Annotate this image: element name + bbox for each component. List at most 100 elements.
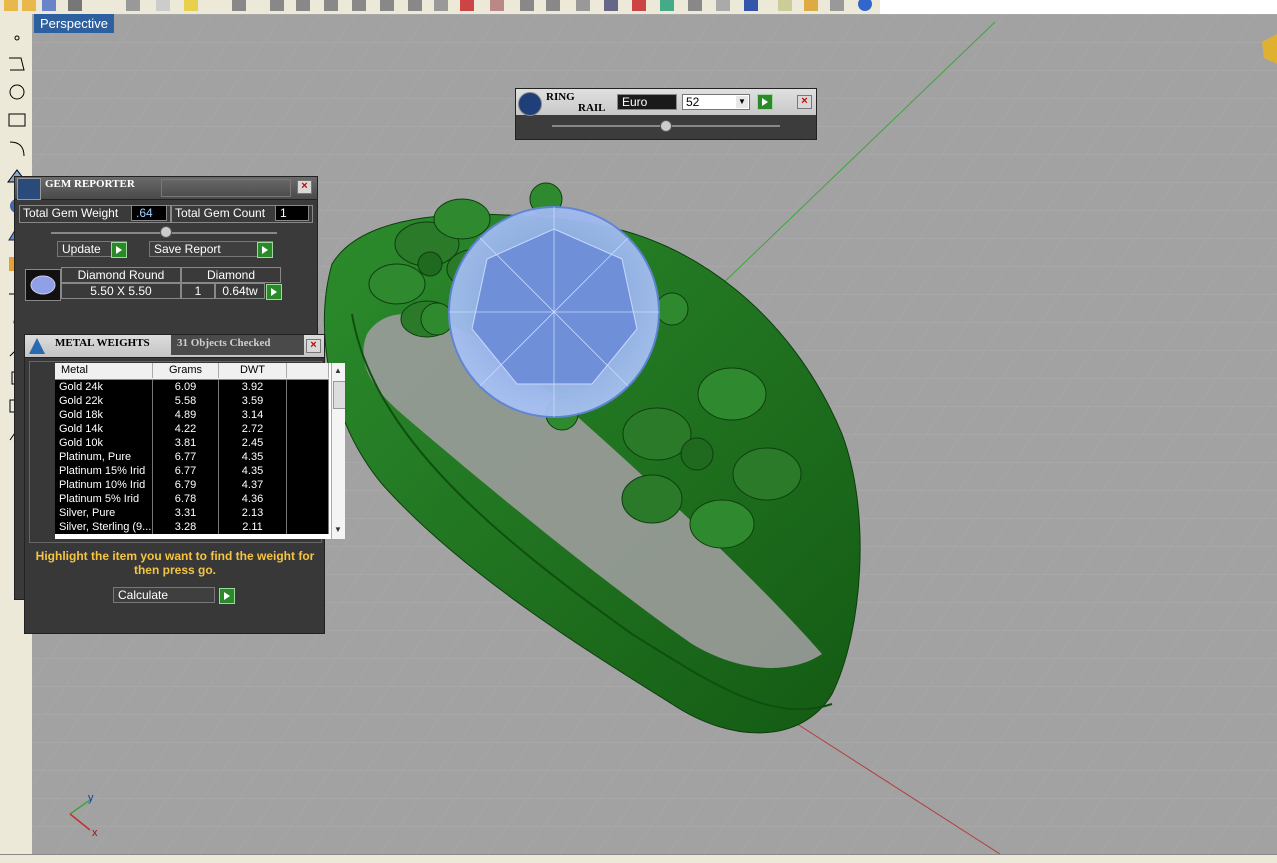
ring-rail-slider-knob[interactable] bbox=[660, 120, 672, 132]
extra-cell bbox=[287, 394, 329, 408]
metal-table[interactable]: Metal Grams DWT Gold 24k 6.09 3.92 Gold 22k… bbox=[55, 363, 345, 539]
shade-icon[interactable] bbox=[460, 0, 474, 11]
grid-icon[interactable] bbox=[434, 0, 448, 11]
light-bulb-icon[interactable] bbox=[778, 0, 792, 11]
metal-table-header: Metal Grams DWT bbox=[55, 363, 329, 380]
gem-count-cell[interactable]: 1 bbox=[181, 283, 215, 299]
pan-icon[interactable] bbox=[270, 0, 284, 11]
scroll-up-icon[interactable]: ▲ bbox=[334, 366, 342, 375]
col-grams[interactable]: Grams bbox=[153, 363, 219, 378]
copy-icon[interactable] bbox=[156, 0, 170, 11]
gem-material-cell[interactable]: Diamond bbox=[181, 267, 281, 283]
ring-rail-title-line2: RAIL bbox=[578, 102, 606, 114]
curve-icon[interactable] bbox=[6, 138, 28, 158]
table-row[interactable]: Platinum 10% Irid 6.79 4.37 bbox=[55, 478, 329, 492]
rectangle-icon[interactable] bbox=[6, 110, 28, 130]
extra-cell bbox=[287, 464, 329, 478]
point-icon[interactable] bbox=[6, 28, 28, 48]
toolbar-spacer bbox=[880, 0, 1277, 15]
layer-icon[interactable] bbox=[604, 0, 618, 11]
extra-cell bbox=[287, 408, 329, 422]
viewport-title[interactable]: Perspective bbox=[34, 14, 114, 33]
gem-reporter-close-icon[interactable]: × bbox=[297, 180, 312, 194]
ring-rail-close-icon[interactable]: × bbox=[797, 95, 812, 109]
table-row[interactable]: Gold 24k 6.09 3.92 bbox=[55, 380, 329, 394]
zoom-window-icon[interactable] bbox=[324, 0, 338, 11]
table-row[interactable]: Platinum, Pure 6.77 4.35 bbox=[55, 450, 329, 464]
move-icon[interactable] bbox=[830, 0, 844, 11]
col-metal[interactable]: Metal bbox=[55, 363, 153, 378]
undo-view-icon[interactable] bbox=[546, 0, 560, 11]
size-select[interactable]: 52 ▼ bbox=[682, 94, 750, 110]
zoom-selected-icon[interactable] bbox=[380, 0, 394, 11]
metal-table-scrollbar[interactable]: ▲ ▼ bbox=[331, 363, 345, 539]
table-row[interactable]: Platinum 5% Irid 6.78 4.36 bbox=[55, 492, 329, 506]
metal-name-cell: Gold 10k bbox=[55, 436, 153, 450]
globe-icon[interactable] bbox=[744, 0, 758, 11]
polyline-icon[interactable] bbox=[6, 54, 28, 74]
table-row[interactable]: Silver, Pure 3.31 2.13 bbox=[55, 506, 329, 520]
gem-slider-knob[interactable] bbox=[160, 226, 172, 238]
print-icon[interactable] bbox=[68, 0, 82, 11]
table-row[interactable]: Platinum 15% Irid 6.77 4.35 bbox=[55, 464, 329, 478]
circle-icon[interactable] bbox=[6, 82, 28, 102]
gear-icon[interactable] bbox=[804, 0, 818, 11]
metal-name-cell: Platinum, Pure bbox=[55, 450, 153, 464]
light-icon[interactable] bbox=[576, 0, 590, 11]
gem-size-cell[interactable]: 5.50 X 5.50 bbox=[61, 283, 181, 299]
scroll-down-icon[interactable]: ▼ bbox=[334, 525, 342, 534]
open-folder-icon[interactable] bbox=[22, 0, 36, 11]
cut-icon[interactable] bbox=[126, 0, 140, 11]
col-extra[interactable] bbox=[287, 363, 329, 378]
save-report-button[interactable]: Save Report bbox=[149, 241, 273, 257]
metal-name-cell: Silver, Sterling (9... bbox=[55, 520, 153, 534]
metal-weights-logo-icon bbox=[25, 336, 49, 356]
zoom-in-icon[interactable] bbox=[408, 0, 422, 11]
help-icon[interactable] bbox=[858, 0, 872, 11]
dwt-cell: 4.36 bbox=[219, 492, 287, 506]
chevron-down-icon[interactable]: ▼ bbox=[736, 96, 748, 108]
metal-weights-titlebar: METAL WEIGHTS 31 Objects Checked × bbox=[25, 335, 324, 358]
grams-cell: 3.81 bbox=[153, 436, 219, 450]
table-row[interactable]: Silver, Sterling (9... 3.28 2.11 bbox=[55, 520, 329, 534]
dwt-cell: 2.11 bbox=[219, 520, 287, 534]
calculate-button[interactable]: Calculate bbox=[113, 587, 215, 603]
metal-name-cell: Platinum 5% Irid bbox=[55, 492, 153, 506]
paste-icon[interactable] bbox=[184, 0, 198, 11]
grams-cell: 4.22 bbox=[153, 422, 219, 436]
color-wheel-icon[interactable] bbox=[660, 0, 674, 11]
save-report-go-icon[interactable] bbox=[257, 242, 273, 258]
table-row[interactable]: Gold 22k 5.58 3.59 bbox=[55, 394, 329, 408]
size-system-field[interactable]: Euro bbox=[617, 94, 677, 110]
ring-rail-go-button[interactable] bbox=[757, 94, 773, 110]
diamond-gem[interactable] bbox=[448, 206, 660, 418]
gem-thumbnail[interactable] bbox=[25, 269, 61, 301]
dwt-cell: 4.35 bbox=[219, 464, 287, 478]
zoom-extents-icon[interactable] bbox=[352, 0, 366, 11]
table-row[interactable]: Gold 10k 3.81 2.45 bbox=[55, 436, 329, 450]
dwt-cell: 3.92 bbox=[219, 380, 287, 394]
rotate-view-icon[interactable] bbox=[520, 0, 534, 11]
grams-cell: 3.28 bbox=[153, 520, 219, 534]
table-row[interactable]: Gold 14k 4.22 2.72 bbox=[55, 422, 329, 436]
gem-weight-cell[interactable]: 0.64tw bbox=[215, 283, 265, 299]
gem-row-go-icon[interactable] bbox=[266, 284, 282, 300]
new-file-icon[interactable] bbox=[4, 0, 18, 11]
sphere-icon[interactable] bbox=[688, 0, 702, 11]
table-row[interactable]: Gold 18k 4.89 3.14 bbox=[55, 408, 329, 422]
zoom-icon[interactable] bbox=[296, 0, 310, 11]
metal-weights-close-icon[interactable]: × bbox=[306, 339, 321, 353]
mesh-icon[interactable] bbox=[716, 0, 730, 11]
extra-cell bbox=[287, 520, 329, 534]
properties-icon[interactable] bbox=[632, 0, 646, 11]
axis-x-label: x bbox=[92, 827, 98, 839]
col-dwt[interactable]: DWT bbox=[219, 363, 287, 378]
calculate-go-icon[interactable] bbox=[219, 588, 235, 604]
update-go-icon[interactable] bbox=[111, 242, 127, 258]
scroll-thumb[interactable] bbox=[333, 381, 345, 409]
select-icon[interactable] bbox=[232, 0, 246, 11]
render-icon[interactable] bbox=[490, 0, 504, 11]
gem-shape-cell[interactable]: Diamond Round bbox=[61, 267, 181, 283]
metal-name-cell: Platinum 10% Irid bbox=[55, 478, 153, 492]
save-icon[interactable] bbox=[42, 0, 56, 11]
